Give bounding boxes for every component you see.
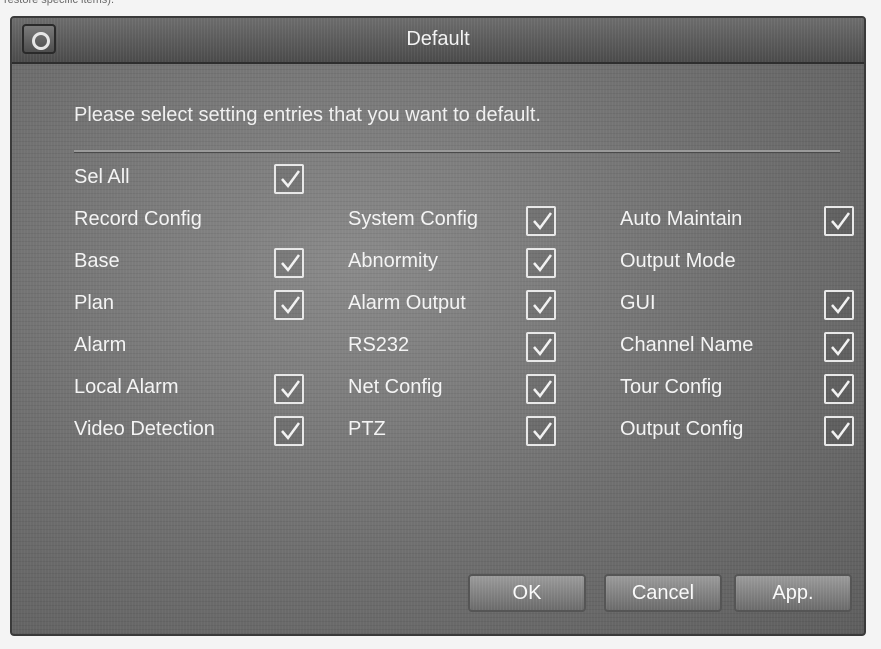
option-label-alarm-output: Alarm Output xyxy=(348,292,466,314)
option-label-ptz: PTZ xyxy=(348,418,386,440)
instruction-text: Please select setting entries that you w… xyxy=(74,104,541,126)
checkbox-channel-name[interactable] xyxy=(824,332,854,362)
option-label-record-config: Record Config xyxy=(74,208,202,230)
checkbox-abnormity[interactable] xyxy=(526,248,556,278)
checkbox-plan[interactable] xyxy=(274,290,304,320)
checkmark-icon xyxy=(533,254,553,273)
checkmark-icon xyxy=(281,422,301,441)
checkbox-system-config[interactable] xyxy=(526,206,556,236)
ok-button[interactable]: OK xyxy=(468,574,586,612)
option-label-tour-config: Tour Config xyxy=(620,376,723,398)
divider xyxy=(74,150,840,153)
option-label-local-alarm: Local Alarm xyxy=(74,376,179,398)
option-label-video-detection: Video Detection xyxy=(74,418,215,440)
checkbox-tour-config[interactable] xyxy=(824,374,854,404)
option-label-channel-name: Channel Name xyxy=(620,334,754,356)
cancel-button[interactable]: Cancel xyxy=(604,574,722,612)
checkmark-icon xyxy=(533,338,553,357)
checkmark-icon xyxy=(831,380,851,399)
checkmark-icon xyxy=(533,380,553,399)
checkmark-icon xyxy=(533,422,553,441)
checkbox-alarm-output[interactable] xyxy=(526,290,556,320)
option-label-output-config: Output Config xyxy=(620,418,744,440)
title-bar: Default xyxy=(12,18,864,64)
checkbox-rs232[interactable] xyxy=(526,332,556,362)
checkbox-ptz[interactable] xyxy=(526,416,556,446)
checkmark-icon xyxy=(831,422,851,441)
checkmark-icon xyxy=(281,296,301,315)
checkmark-icon xyxy=(533,212,553,231)
checkmark-icon xyxy=(831,296,851,315)
default-dialog: Default Please select setting entries th… xyxy=(10,16,866,636)
option-label-auto-maintain: Auto Maintain xyxy=(620,208,743,230)
checkmark-icon xyxy=(281,254,301,273)
option-label-plan: Plan xyxy=(74,292,115,314)
sel-all-label: Sel All xyxy=(74,166,130,188)
option-label-output-mode: Output Mode xyxy=(620,250,736,272)
option-label-net-config: Net Config xyxy=(348,376,443,398)
checkbox-video-detection[interactable] xyxy=(274,416,304,446)
checkbox-local-alarm[interactable] xyxy=(274,374,304,404)
option-label-abnormity: Abnormity xyxy=(348,250,439,272)
checkmark-icon xyxy=(281,170,301,189)
checkmark-icon xyxy=(533,296,553,315)
checkbox-gui[interactable] xyxy=(824,290,854,320)
option-label-gui: GUI xyxy=(620,292,656,314)
checkbox-auto-maintain[interactable] xyxy=(824,206,854,236)
sel-all-checkbox[interactable] xyxy=(274,164,304,194)
option-label-system-config: System Config xyxy=(348,208,479,230)
option-label-base: Base xyxy=(74,250,120,272)
option-label-alarm: Alarm xyxy=(74,334,127,356)
checkbox-base[interactable] xyxy=(274,248,304,278)
checkbox-net-config[interactable] xyxy=(526,374,556,404)
checkmark-icon xyxy=(831,212,851,231)
dialog-title: Default xyxy=(406,28,470,50)
page-caption: restore specific items). xyxy=(4,0,115,6)
apply-button[interactable]: App. xyxy=(734,574,852,612)
checkmark-icon xyxy=(831,338,851,357)
checkmark-icon xyxy=(281,380,301,399)
option-label-rs232: RS232 xyxy=(348,334,410,356)
checkbox-output-config[interactable] xyxy=(824,416,854,446)
